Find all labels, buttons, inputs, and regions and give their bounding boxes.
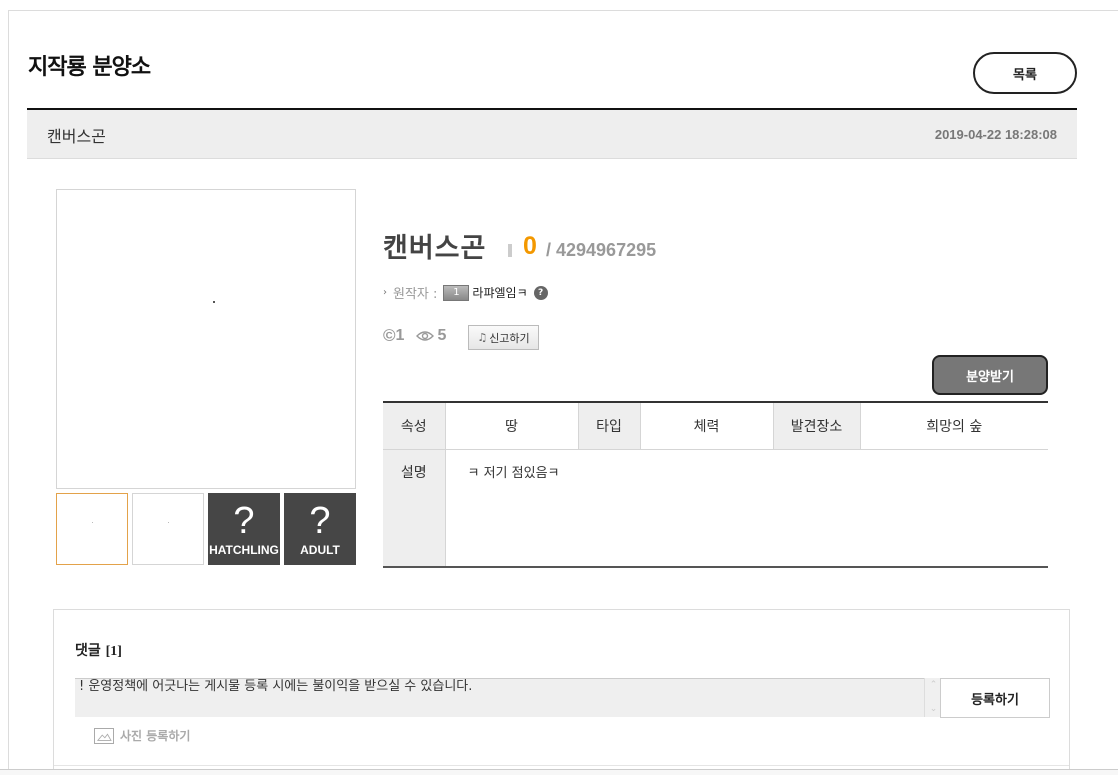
report-label: 신고하기 bbox=[489, 331, 530, 345]
thumbnail-label: ADULT bbox=[300, 543, 340, 557]
copyright-icon: © bbox=[383, 326, 396, 345]
main-creature-image bbox=[56, 189, 356, 489]
creature-sprite bbox=[213, 301, 215, 303]
author-label: 원작자 : bbox=[393, 287, 438, 302]
comment-section: 댓글 [1] ! 운영정책에 어긋나는 게시물 등록 시에는 불이익을 받으실 … bbox=[53, 609, 1070, 775]
author-row: › 원작자 : 1 라퍄엘임ㅋ ? bbox=[383, 283, 548, 302]
attr-label: 속성 bbox=[383, 402, 446, 450]
thumbnail-hatchling[interactable]: ? HATCHLING bbox=[208, 493, 280, 565]
comment-title: 댓글 [1] bbox=[75, 640, 122, 660]
comment-title-label: 댓글 bbox=[75, 643, 101, 659]
photo-upload-button[interactable]: 사진 등록하기 bbox=[94, 727, 190, 744]
desc-value: ㅋ 저기 점있음ㅋ bbox=[444, 448, 1048, 568]
page-title: 지작룡 분양소 bbox=[28, 55, 151, 80]
creature-info-table: 속성 땅 타입 체력 발견장소 희망의 숲 설명 ㅋ 저기 점있음ㅋ bbox=[383, 401, 1048, 568]
unknown-icon: ? bbox=[309, 500, 331, 542]
page-bottom-edge bbox=[0, 769, 1118, 775]
unknown-icon: ? bbox=[233, 500, 255, 542]
name-divider bbox=[508, 244, 512, 257]
list-button[interactable]: 목록 bbox=[973, 52, 1077, 94]
thumbnail-adult[interactable]: ? ADULT bbox=[284, 493, 356, 565]
view-count: 5 bbox=[437, 327, 447, 344]
adopt-button[interactable]: 분양받기 bbox=[932, 355, 1048, 395]
comment-scrollbar[interactable]: ⌃ ⌄ bbox=[924, 678, 941, 717]
comment-count: [1] bbox=[105, 644, 122, 659]
author-name-link[interactable]: 라퍄엘임ㅋ bbox=[472, 284, 527, 301]
type-label: 타입 bbox=[577, 402, 641, 450]
comment-notice: ! 운영정책에 어긋나는 게시물 등록 시에는 불이익을 받으실 수 있습니다. bbox=[79, 679, 473, 694]
level-badge: 1 bbox=[443, 284, 470, 301]
report-button[interactable]: ♫ 신고하기 bbox=[468, 325, 539, 350]
max-count: / 4294967295 bbox=[546, 240, 657, 260]
creature-name: 캔버스곤 bbox=[383, 233, 487, 264]
bullet-arrow-icon: › bbox=[383, 287, 387, 298]
post-date: 2019-04-22 18:28:08 bbox=[934, 127, 1057, 142]
type-value: 체력 bbox=[639, 402, 774, 450]
eye-icon bbox=[416, 331, 435, 341]
comment-input[interactable]: ! 운영정책에 어긋나는 게시물 등록 시에는 불이익을 받으실 수 있습니다. bbox=[75, 678, 941, 717]
attr-value: 땅 bbox=[444, 402, 579, 450]
comment-submit-button[interactable]: 등록하기 bbox=[940, 678, 1050, 718]
place-value: 희망의 숲 bbox=[859, 402, 1048, 450]
scroll-up-icon[interactable]: ⌃ bbox=[928, 680, 939, 691]
bell-icon: ♫ bbox=[477, 331, 488, 344]
copy-count: 1 bbox=[395, 327, 405, 344]
post-title-bar: 캔버스곤 2019-04-22 18:28:08 bbox=[27, 108, 1077, 159]
stats-row: © 1 5 bbox=[383, 326, 446, 346]
thumbnail-egg[interactable] bbox=[56, 493, 128, 565]
comment-divider bbox=[54, 765, 1069, 766]
thumbnail-stage-2[interactable] bbox=[132, 493, 204, 565]
help-icon[interactable]: ? bbox=[533, 285, 548, 300]
scroll-down-icon[interactable]: ⌄ bbox=[928, 704, 939, 715]
thumbnail-label: HATCHLING bbox=[209, 543, 279, 557]
desc-label: 설명 bbox=[383, 448, 446, 568]
photo-upload-label: 사진 등록하기 bbox=[120, 729, 191, 743]
image-icon bbox=[94, 727, 114, 744]
adopted-count: 0 bbox=[523, 232, 537, 260]
place-label: 발견장소 bbox=[772, 402, 861, 450]
post-title: 캔버스곤 bbox=[47, 127, 106, 146]
